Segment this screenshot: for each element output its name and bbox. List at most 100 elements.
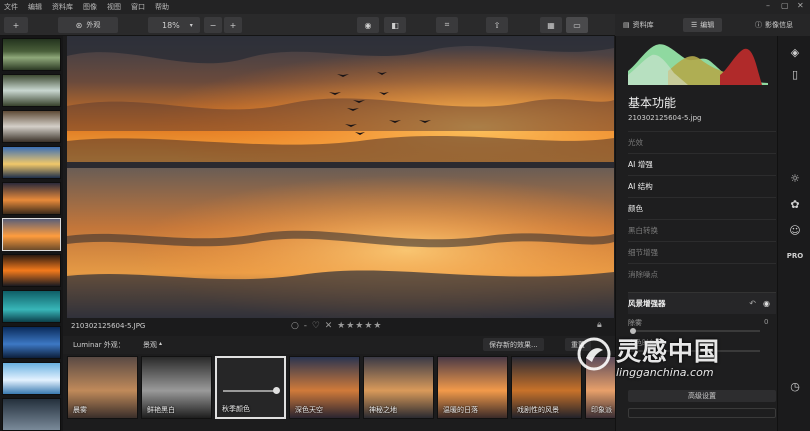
share-icon: ⇧: [493, 20, 501, 30]
panel-title: 基本功能: [628, 96, 677, 110]
panel-tabs: ▤ 资料库 ☰ 编辑 ⓘ 影像信息: [615, 14, 810, 36]
tool-label: AI 增强: [628, 160, 653, 169]
thumbnail[interactable]: [2, 398, 61, 431]
menu-image[interactable]: 图像: [83, 2, 97, 12]
share-button[interactable]: ⇧: [486, 17, 508, 33]
look-name: 深色天空: [295, 406, 323, 414]
canvas-icon[interactable]: ▯: [787, 66, 803, 82]
menu-view[interactable]: 视图: [107, 2, 121, 12]
tab-edit[interactable]: ☰ 编辑: [683, 18, 723, 32]
look-thumbnail-selected[interactable]: 秋季颜色: [215, 356, 286, 419]
dehaze-value: 0: [764, 318, 769, 326]
tool-label: 细节增强: [628, 248, 658, 257]
look-thumbnail[interactable]: 温暖的日落: [437, 356, 508, 419]
photo-canvas[interactable]: [67, 36, 614, 318]
tool-light[interactable]: 光效: [628, 131, 776, 153]
palette-creative-icon[interactable]: ✿: [787, 196, 803, 212]
crop-button[interactable]: ⌗: [436, 17, 458, 33]
rating-tools[interactable]: ○ - ♡ ✕ ★★★★★: [291, 321, 383, 331]
look-thumbnail[interactable]: 鲜艳黑白: [141, 356, 212, 419]
thumbnail[interactable]: [2, 74, 61, 107]
menu-help[interactable]: 帮助: [155, 2, 169, 12]
thumbnail[interactable]: [2, 110, 61, 143]
menu-bar: 文件 编辑 资料库 图像 视图 窗口 帮助 – ▢ ✕: [0, 0, 810, 14]
minimize-icon[interactable]: –: [766, 1, 770, 10]
single-view-button[interactable]: ▭: [566, 17, 588, 33]
look-name: 秋季颜色: [222, 405, 250, 413]
looks-category-select[interactable]: 景观: [143, 340, 157, 350]
tool-denoise[interactable]: 消除噪点: [628, 263, 776, 285]
menu-library[interactable]: 资料库: [52, 2, 73, 12]
thumbnail[interactable]: [2, 38, 61, 71]
menu-edit[interactable]: 编辑: [28, 2, 42, 12]
sliders-icon: ☰: [691, 21, 698, 29]
menu-window[interactable]: 窗口: [131, 2, 145, 12]
tab-edit-label: 编辑: [700, 21, 715, 29]
zoom-select[interactable]: 18% ▾: [148, 17, 200, 33]
look-name: 温暖的日落: [443, 406, 478, 414]
grid-icon: ▦: [547, 20, 555, 30]
preview-eye-button[interactable]: ◉: [357, 17, 379, 33]
look-name: 神秘之地: [369, 406, 397, 414]
tab-info[interactable]: ⓘ 影像信息: [755, 18, 793, 32]
zoom-in-label: +: [229, 20, 237, 30]
eye-icon[interactable]: ◉: [763, 299, 770, 308]
looks-icon: ⊛: [75, 20, 83, 30]
looks-bar: Luminar 外观： 景观 ▴ 保存新的效果... 重置: [63, 336, 615, 354]
photo: [67, 36, 614, 318]
crop-icon: ⌗: [444, 20, 450, 29]
single-view-icon: ▭: [573, 20, 581, 30]
zoom-out-label: −: [209, 20, 217, 30]
look-name: 晨雾: [73, 406, 87, 414]
tool-color[interactable]: 颜色: [628, 197, 776, 219]
pro-icon[interactable]: PRO: [787, 248, 803, 264]
maximize-icon[interactable]: ▢: [781, 1, 789, 10]
thumbnail-selected[interactable]: [2, 218, 61, 251]
looks-button[interactable]: ⊛ 外观: [58, 17, 118, 33]
info-icon: ⓘ: [755, 21, 762, 29]
watermark-url: lingganchina.com: [616, 366, 714, 379]
close-icon[interactable]: ✕: [797, 1, 804, 10]
looks-title: Luminar 外观：: [73, 341, 125, 349]
add-button[interactable]: +: [4, 17, 28, 33]
look-amount-knob[interactable]: [273, 387, 280, 394]
face-portrait-icon[interactable]: ☺: [787, 222, 803, 238]
sun-essentials-icon[interactable]: ☼: [787, 170, 803, 186]
zoom-out-button[interactable]: −: [204, 17, 222, 33]
tool-bw-conversion[interactable]: 黑白转换: [628, 219, 776, 241]
thumbnail[interactable]: [2, 326, 61, 359]
tool-label: 光效: [628, 138, 643, 147]
thumbnail[interactable]: [2, 146, 61, 179]
layers-icon[interactable]: ◈: [787, 44, 803, 60]
reset-icon[interactable]: ↶: [749, 299, 756, 308]
tool-label: 颜色: [628, 204, 643, 213]
library-tab-icon: ▤: [623, 21, 630, 29]
save-look-button[interactable]: 保存新的效果...: [483, 338, 544, 351]
filmstrip: [0, 36, 63, 431]
menu-file[interactable]: 文件: [4, 2, 18, 12]
tool-label: 消除噪点: [628, 270, 658, 279]
tool-landscape-enhancer[interactable]: 风景增强器 ↶ ◉: [628, 292, 776, 314]
compare-button[interactable]: ◧: [384, 17, 406, 33]
look-amount-slider[interactable]: [223, 390, 279, 392]
thumbnail[interactable]: [2, 290, 61, 323]
zoom-in-button[interactable]: +: [224, 17, 242, 33]
look-thumbnail[interactable]: 晨雾: [67, 356, 138, 419]
thumbnail[interactable]: [2, 182, 61, 215]
look-thumbnail[interactable]: 神秘之地: [363, 356, 434, 419]
chevron-up-icon[interactable]: ▴: [159, 340, 162, 347]
thumbnail[interactable]: [2, 362, 61, 395]
thumbnail[interactable]: [2, 254, 61, 287]
lock-icon[interactable]: 🔒︎: [597, 320, 602, 330]
tool-ai-structure[interactable]: AI 结构: [628, 175, 776, 197]
tool-ai-enhance[interactable]: AI 增强: [628, 153, 776, 175]
chevron-down-icon: ▾: [189, 21, 193, 29]
tab-library[interactable]: ▤ 资料库: [623, 18, 654, 32]
tool-label: AI 结构: [628, 182, 653, 191]
panel-filename: 210302125604-5.jpg: [628, 114, 702, 122]
tool-details[interactable]: 细节增强: [628, 241, 776, 263]
grid-view-button[interactable]: ▦: [540, 17, 562, 33]
watermark-text: 灵感中国: [616, 337, 721, 366]
look-thumbnail[interactable]: 深色天空: [289, 356, 360, 419]
dehaze-label: 除雾: [628, 319, 642, 327]
